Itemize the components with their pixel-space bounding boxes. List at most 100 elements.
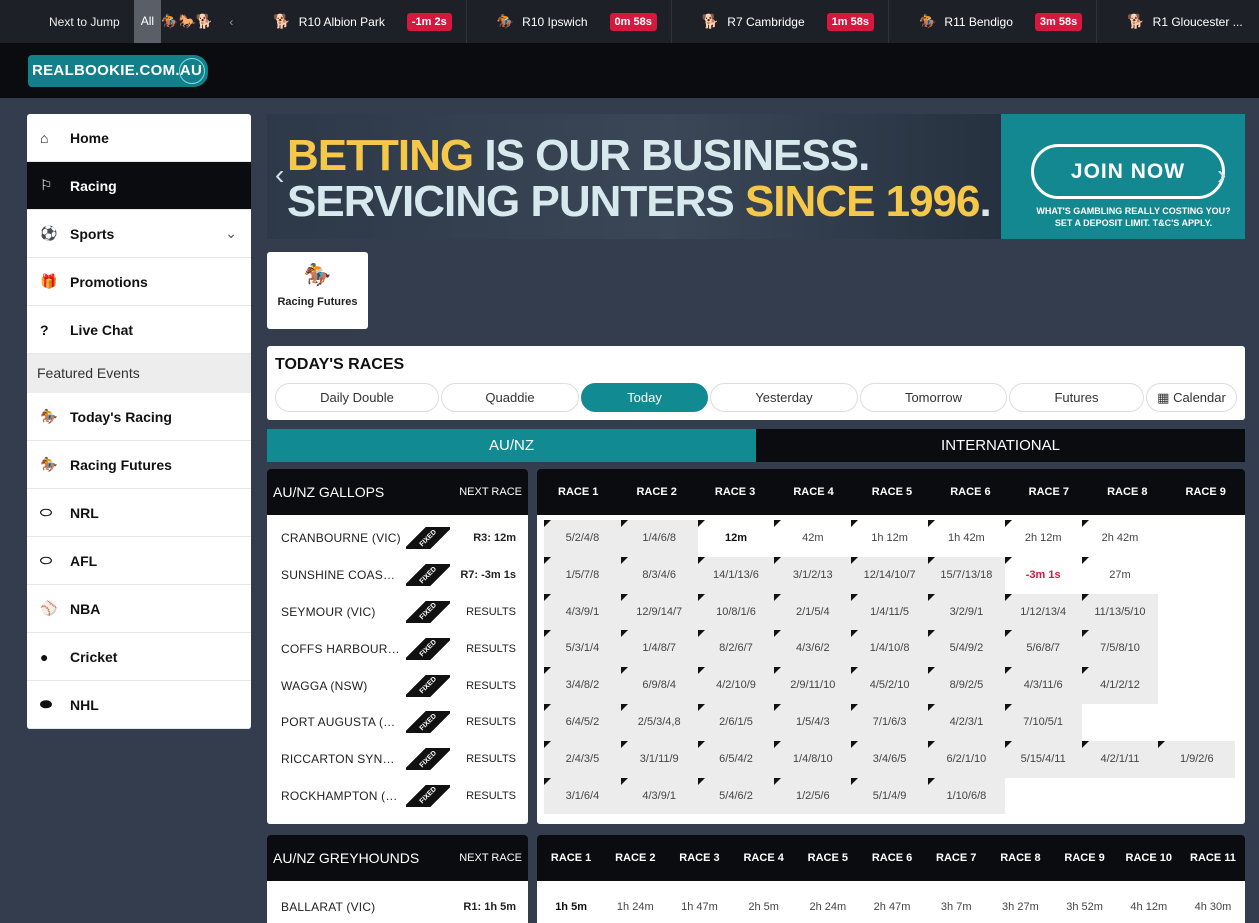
sidebar-item-today-s-racing[interactable]: 🏇 Today's Racing <box>27 393 251 441</box>
race-cell[interactable]: 2/1/5/4 <box>774 593 852 631</box>
race-cell[interactable]: 8/9/2/5 <box>927 667 1005 704</box>
sidebar-item-home[interactable]: ⌂ Home <box>27 114 251 162</box>
race-cell[interactable]: 1/5/4/3 <box>774 703 852 741</box>
meeting-row[interactable]: RICCARTON SYNTHE... FIXED RESULTS <box>267 741 528 778</box>
meeting-row[interactable]: WAGGA (NSW) FIXED RESULTS <box>267 667 528 704</box>
race-cell[interactable]: 2/4/3/5 <box>544 740 621 778</box>
race-cell[interactable]: 4/3/9/1 <box>544 593 621 631</box>
meeting-row[interactable]: COFFS HARBOUR (N... FIXED RESULTS <box>267 630 528 667</box>
race-cell[interactable]: 1/4/8/10 <box>774 740 852 778</box>
tab-quaddie[interactable]: Quaddie <box>441 383 579 412</box>
meeting-row[interactable]: CRANBOURNE (VIC) FIXED R3: 12m <box>267 520 528 557</box>
race-cell[interactable]: 6/5/4/2 <box>697 740 775 778</box>
race-cell[interactable]: 8/3/4/6 <box>620 556 698 594</box>
chevron-right-icon[interactable]: › <box>1217 159 1226 191</box>
tab-today[interactable]: Today <box>581 383 708 412</box>
race-cell[interactable]: 3/4/8/2 <box>544 667 621 704</box>
race-cell[interactable]: 4/3/11/6 <box>1004 667 1082 704</box>
race-cell[interactable]: 27m <box>1081 556 1159 594</box>
next-race-value[interactable]: RESULTS <box>450 606 528 618</box>
sidebar-item-nhl[interactable]: ⬬ NHL <box>27 681 251 729</box>
race-cell[interactable]: 12m <box>697 520 775 557</box>
tab-au-nz[interactable]: AU/NZ <box>267 429 756 462</box>
chevron-left-icon[interactable]: ‹ <box>213 15 243 29</box>
race-cell[interactable]: 1/4/11/5 <box>851 593 928 631</box>
chevron-left-icon[interactable]: ‹ <box>275 159 284 191</box>
sidebar-item-nba[interactable]: ⚾ NBA <box>27 585 251 633</box>
tab-international[interactable]: INTERNATIONAL <box>756 429 1245 462</box>
sidebar-item-racing[interactable]: ⚐ Racing <box>27 162 251 210</box>
race-cell[interactable]: 1/9/2/6 <box>1158 740 1236 778</box>
race-cell[interactable]: 11/13/5/10 <box>1081 593 1159 631</box>
race-cell[interactable]: 2h 24m <box>796 889 860 923</box>
next-race-value[interactable]: R1: 1h 5m <box>402 901 528 913</box>
race-cell[interactable]: 3h 7m <box>924 889 988 923</box>
tab-tomorrow[interactable]: Tomorrow <box>860 383 1007 412</box>
chevron-down-icon[interactable]: ⌄ <box>225 225 237 242</box>
race-cell[interactable]: 5/4/9/2 <box>927 630 1005 668</box>
race-cell[interactable]: 1h 42m <box>927 520 1005 557</box>
race-cell[interactable]: 1h 24m <box>603 889 667 923</box>
race-cell[interactable]: 2h 5m <box>732 889 796 923</box>
race-cell[interactable]: 2/5/3/4,8 <box>620 703 698 741</box>
greyhound-icon[interactable]: 🐕 <box>196 13 213 30</box>
race-cell[interactable]: 3/1/6/4 <box>544 777 621 815</box>
meeting-name[interactable]: BALLARAT (VIC) <box>267 900 402 914</box>
join-now-button[interactable]: JOIN NOW <box>1031 144 1225 199</box>
race-cell[interactable]: 1/2/5/6 <box>774 777 852 815</box>
race-cell[interactable]: 1h 12m <box>851 520 928 557</box>
race-cell[interactable]: 2/9/11/10 <box>774 667 852 704</box>
next-to-jump-race[interactable]: 🏇 R10 Ipswich 0m 58s <box>467 0 671 43</box>
race-cell[interactable]: 4/2/3/1 <box>927 703 1005 741</box>
race-cell[interactable]: 2h 47m <box>860 889 924 923</box>
race-cell[interactable]: 1/10/6/8 <box>927 777 1005 815</box>
next-race-value[interactable]: RESULTS <box>450 680 528 692</box>
tab-futures[interactable]: Futures <box>1009 383 1144 412</box>
race-cell[interactable]: 3/1/11/9 <box>620 740 698 778</box>
race-cell[interactable]: 6/9/8/4 <box>620 667 698 704</box>
next-to-jump-race[interactable]: 🏇 R11 Bendigo 3m 58s <box>889 0 1096 43</box>
race-cell[interactable]: 4/3/6/2 <box>774 630 852 668</box>
race-cell[interactable]: 1/5/7/8 <box>544 556 621 594</box>
horse-icon[interactable]: 🏇 <box>161 13 178 30</box>
race-cell[interactable]: 2h 12m <box>1004 520 1082 557</box>
meeting-row[interactable]: ROCKHAMPTON (QLD) FIXED RESULTS <box>267 778 528 815</box>
race-cell[interactable]: 15/7/13/18 <box>927 556 1005 594</box>
race-cell[interactable]: 4h 12m <box>1117 889 1181 923</box>
sidebar-item-racing-futures[interactable]: 🏇 Racing Futures <box>27 441 251 489</box>
sidebar-item-cricket[interactable]: ● Cricket <box>27 633 251 681</box>
race-cell[interactable]: 5/3/1/4 <box>544 630 621 668</box>
meeting-name[interactable]: ROCKHAMPTON (QLD) <box>267 789 402 803</box>
sidebar-item-sports[interactable]: ⚽ Sports ⌄ <box>27 210 251 258</box>
next-race-value[interactable]: R3: 12m <box>450 532 528 544</box>
next-to-jump-race[interactable]: 🐕 R1 Gloucester ... <box>1097 0 1259 43</box>
race-cell[interactable]: 4/1/2/12 <box>1081 667 1159 704</box>
meeting-row[interactable]: SUNSHINE COAST (Q... FIXED R7: -3m 1s <box>267 557 528 594</box>
race-cell[interactable]: 7/10/5/1 <box>1004 703 1082 741</box>
race-cell[interactable]: 5/4/6/2 <box>697 777 775 815</box>
meeting-name[interactable]: CRANBOURNE (VIC) <box>267 531 402 545</box>
race-cell[interactable]: 12/14/10/7 <box>851 556 928 594</box>
filter-all[interactable]: All <box>133 0 162 43</box>
promo-banner[interactable]: BETTING IS OUR BUSINESS. SERVICING PUNTE… <box>267 114 1245 239</box>
tab-daily-double[interactable]: Daily Double <box>275 383 439 412</box>
meeting-row[interactable]: SEYMOUR (VIC) FIXED RESULTS <box>267 594 528 631</box>
next-to-jump-race[interactable]: 🐕 R10 Albion Park -1m 2s <box>243 0 465 43</box>
race-cell[interactable]: 3/1/2/13 <box>774 556 852 594</box>
meeting-name[interactable]: COFFS HARBOUR (N... <box>267 642 402 656</box>
race-cell[interactable]: 1h 5m <box>539 889 603 923</box>
next-race-value[interactable]: RESULTS <box>450 790 528 802</box>
race-cell[interactable]: 3h 27m <box>988 889 1052 923</box>
race-cell[interactable]: 1/4/6/8 <box>620 520 698 557</box>
race-cell[interactable]: 1/12/13/4 <box>1004 593 1082 631</box>
meeting-name[interactable]: RICCARTON SYNTHE... <box>267 752 402 766</box>
race-cell[interactable]: 1h 47m <box>667 889 731 923</box>
race-cell[interactable]: 3/2/9/1 <box>927 593 1005 631</box>
race-cell[interactable]: 14/1/13/6 <box>697 556 775 594</box>
race-cell[interactable]: 4/2/1/11 <box>1081 740 1159 778</box>
race-cell[interactable]: 2h 42m <box>1081 520 1159 557</box>
sidebar-item-afl[interactable]: ⬭ AFL <box>27 537 251 585</box>
racing-futures-tile[interactable]: 🏇 Racing Futures <box>267 252 368 329</box>
race-cell[interactable]: 12/9/14/7 <box>620 593 698 631</box>
next-race-value[interactable]: R7: -3m 1s <box>450 569 528 581</box>
